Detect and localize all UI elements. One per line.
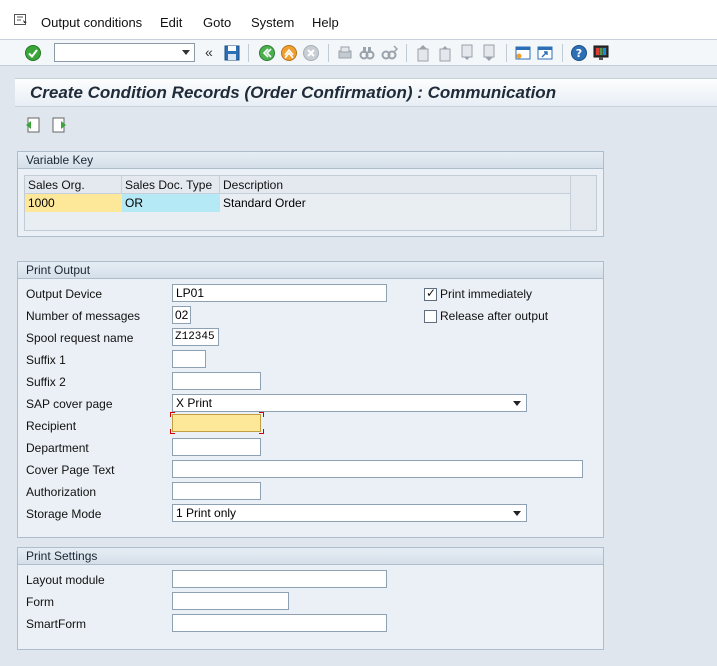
suffix1-input[interactable] xyxy=(172,350,206,368)
recipient-label: Recipient xyxy=(26,419,77,433)
column-header-description[interactable]: Description xyxy=(220,176,570,194)
shortcut-icon[interactable] xyxy=(536,44,554,62)
column-header-sales-doc-type[interactable]: Sales Doc. Type xyxy=(122,176,220,194)
variable-key-group: Variable Key Sales Org. Sales Doc. Type … xyxy=(17,151,604,237)
authorization-input[interactable] xyxy=(172,482,261,500)
menu-help[interactable]: Help xyxy=(312,15,339,30)
smartform-label: SmartForm xyxy=(26,617,86,631)
menu-edit[interactable]: Edit xyxy=(160,15,182,30)
sap-cover-page-value: X Print xyxy=(176,396,213,410)
find-icon[interactable] xyxy=(358,44,376,62)
svg-text:?: ? xyxy=(576,47,582,60)
department-input[interactable] xyxy=(172,438,261,456)
next-page-icon[interactable] xyxy=(458,44,476,62)
authorization-label: Authorization xyxy=(26,485,97,499)
group-title: Print Settings xyxy=(18,548,603,565)
print-immediately-label[interactable]: Print immediately xyxy=(440,287,532,301)
variable-key-table: Sales Org. Sales Doc. Type Description 1… xyxy=(24,175,597,231)
department-label: Department xyxy=(26,441,89,455)
page-title: Create Condition Records (Order Confirma… xyxy=(30,83,557,102)
cell-sales-org[interactable]: 1000 xyxy=(25,194,122,212)
chevron-down-icon[interactable] xyxy=(513,401,521,406)
column-header-sales-org[interactable]: Sales Org. xyxy=(25,176,122,194)
number-of-messages-input[interactable]: 02 xyxy=(172,306,191,324)
layout-module-input[interactable] xyxy=(172,570,387,588)
help-icon[interactable]: ? xyxy=(570,44,588,62)
menu-output-conditions[interactable]: Output conditions xyxy=(41,15,142,30)
next-record-icon[interactable] xyxy=(51,117,67,133)
checkmark-icon: ✓ xyxy=(426,286,437,300)
collapse-command-field-icon[interactable]: « xyxy=(205,44,213,60)
find-next-icon[interactable] xyxy=(380,44,398,62)
recipient-input[interactable] xyxy=(172,414,261,432)
layout-module-label: Layout module xyxy=(26,573,105,587)
suffix1-label: Suffix 1 xyxy=(26,353,66,367)
customize-layout-icon[interactable] xyxy=(592,44,610,62)
smartform-input[interactable] xyxy=(172,614,387,632)
chevron-down-icon[interactable] xyxy=(182,50,190,55)
enter-icon[interactable] xyxy=(24,44,42,62)
menu-icon[interactable] xyxy=(14,14,28,26)
group-title: Print Output xyxy=(18,262,603,279)
output-device-input[interactable]: LP01 xyxy=(172,284,387,302)
command-field[interactable] xyxy=(54,43,195,62)
cancel-icon[interactable] xyxy=(302,44,320,62)
suffix2-label: Suffix 2 xyxy=(26,375,66,389)
last-page-icon[interactable] xyxy=(480,44,498,62)
output-device-label: Output Device xyxy=(26,287,103,301)
previous-record-icon[interactable] xyxy=(25,117,41,133)
form-label: Form xyxy=(26,595,54,609)
table-row: 1000 OR Standard Order xyxy=(25,194,570,212)
storage-mode-label: Storage Mode xyxy=(26,507,102,521)
chevron-down-icon[interactable] xyxy=(513,511,521,516)
form-input[interactable] xyxy=(172,592,289,610)
exit-icon[interactable] xyxy=(280,44,298,62)
menu-bar: Output conditions Edit Goto System Help xyxy=(0,0,717,40)
table-header: Sales Org. Sales Doc. Type Description xyxy=(25,176,570,194)
cover-page-text-input[interactable] xyxy=(172,460,583,478)
suffix2-input[interactable] xyxy=(172,372,261,390)
print-output-group: Print Output Output Device LP01 Number o… xyxy=(17,261,604,538)
spool-request-label: Spool request name xyxy=(26,331,134,345)
release-after-output-label[interactable]: Release after output xyxy=(440,309,548,323)
new-session-icon[interactable] xyxy=(514,44,532,62)
storage-mode-select[interactable]: 1 Print only xyxy=(172,504,527,522)
storage-mode-value: 1 Print only xyxy=(176,506,237,520)
sap-cover-page-select[interactable]: X Print xyxy=(172,394,527,412)
release-after-output-checkbox[interactable] xyxy=(424,310,437,323)
cell-description: Standard Order xyxy=(220,194,570,212)
cover-page-text-label: Cover Page Text xyxy=(26,463,115,477)
standard-toolbar: « ? xyxy=(0,40,717,66)
number-of-messages-label: Number of messages xyxy=(26,309,141,323)
table-scroll-area xyxy=(570,176,596,230)
title-bar: Create Condition Records (Order Confirma… xyxy=(15,78,717,107)
first-page-icon[interactable] xyxy=(414,44,432,62)
previous-page-icon[interactable] xyxy=(436,44,454,62)
print-icon[interactable] xyxy=(336,44,354,62)
group-title: Variable Key xyxy=(18,152,603,169)
cell-sales-doc-type[interactable]: OR xyxy=(122,194,220,212)
empty-row xyxy=(25,212,570,230)
print-immediately-checkbox[interactable]: ✓ xyxy=(424,286,437,301)
spool-request-input[interactable]: Z12345 xyxy=(172,328,219,346)
print-settings-group: Print Settings Layout module Form SmartF… xyxy=(17,547,604,650)
save-icon[interactable] xyxy=(223,44,241,62)
menu-system[interactable]: System xyxy=(251,15,294,30)
back-icon[interactable] xyxy=(258,44,276,62)
menu-goto[interactable]: Goto xyxy=(203,15,231,30)
sap-cover-page-label: SAP cover page xyxy=(26,397,113,411)
